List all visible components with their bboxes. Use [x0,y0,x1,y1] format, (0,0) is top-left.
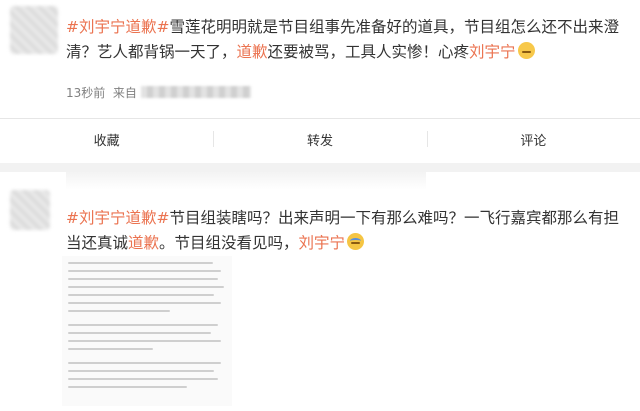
avatar[interactable] [10,190,50,230]
weibo-post-1: #刘宇宁道歉#雪莲花明明就是节目组事先准备好的道具，节目组怎么还不出来澄清？艺人… [0,0,640,163]
avatar[interactable] [10,6,58,54]
post-text: #刘宇宁道歉#节目组装瞎吗？出来声明一下有那么难吗？一飞行嘉宾都那么有担当还真诚… [66,209,619,252]
post-meta: 13秒前 来自 [66,84,251,101]
weibo-post-2: #刘宇宁道歉#节目组装瞎吗？出来声明一下有那么难吗？一飞行嘉宾都那么有担当还真诚… [0,172,640,411]
mention-link[interactable]: 刘宇宁 [469,43,516,61]
hashtag-link[interactable]: #刘宇宁道歉# [66,18,169,36]
keyword-highlight[interactable]: 道歉 [128,234,159,252]
comment-button[interactable]: 评论 [426,119,640,159]
repost-button[interactable]: 转发 [213,119,426,159]
attached-image[interactable] [62,256,232,406]
source-blurred [140,86,251,98]
timestamp: 13秒前 [66,86,106,100]
mention-link[interactable]: 刘宇宁 [299,234,346,252]
post-text: #刘宇宁道歉#雪莲花明明就是节目组事先准备好的道具，节目组怎么还不出来澄清？艺人… [66,18,619,61]
source-label: 来自 [112,86,137,100]
action-bar: 收藏 转发 评论 [0,119,640,159]
hashtag-link[interactable]: #刘宇宁道歉# [66,209,169,227]
sad-face-icon [517,42,535,59]
keyword-highlight[interactable]: 道歉 [237,43,268,61]
username-blurred [66,172,426,190]
collect-button[interactable]: 收藏 [0,119,213,159]
crying-face-icon [347,233,365,250]
